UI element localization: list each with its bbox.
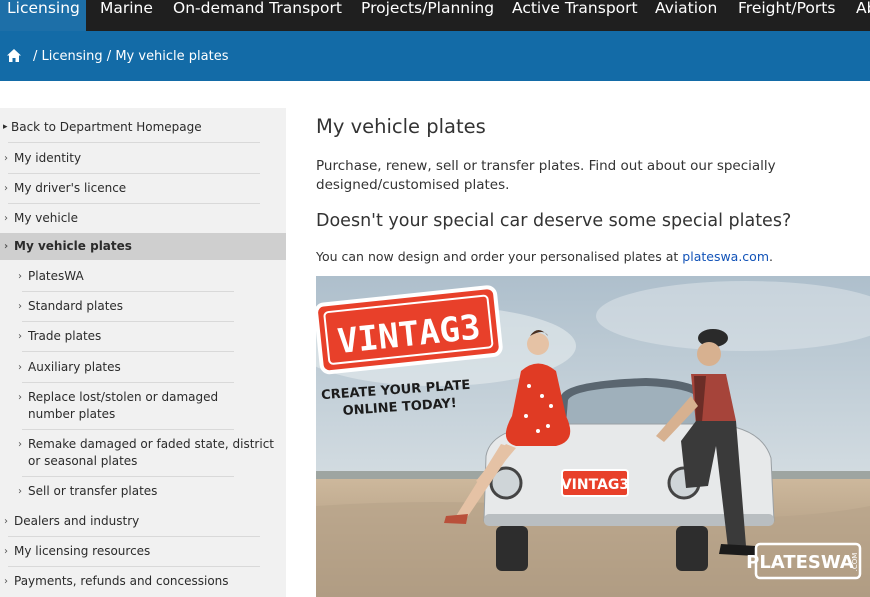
chevron-right-icon: › bbox=[4, 241, 9, 252]
sidebar-item-my-identity[interactable]: › My identity bbox=[4, 150, 82, 167]
divider bbox=[22, 321, 234, 322]
sidebar-item-label: Auxiliary plates bbox=[28, 360, 121, 374]
sidebar-item-label: My vehicle bbox=[14, 211, 79, 225]
chevron-right-icon: › bbox=[18, 392, 22, 403]
plateswa-logo-suffix: .COM bbox=[851, 553, 859, 572]
tab-on-demand-transport[interactable]: On-demand Transport bbox=[173, 0, 342, 31]
sidebar-item-label: Remake damaged or faded state, district … bbox=[28, 437, 274, 468]
chevron-right-icon: › bbox=[4, 213, 8, 224]
sidebar-item-label: My licensing resources bbox=[14, 544, 151, 558]
order-text-body: You can now design and order your person… bbox=[316, 249, 683, 264]
tab-about[interactable]: Ab bbox=[856, 0, 870, 31]
divider bbox=[8, 142, 260, 143]
breadcrumb-licensing[interactable]: Licensing bbox=[42, 49, 103, 64]
section-heading: Doesn't your special car deserve some sp… bbox=[316, 211, 792, 231]
tab-freight-ports[interactable]: Freight/Ports bbox=[738, 0, 835, 31]
tab-aviation[interactable]: Aviation bbox=[655, 0, 717, 31]
chevron-right-icon: › bbox=[18, 439, 22, 450]
sidebar-subitem-trade-plates[interactable]: › Trade plates bbox=[18, 328, 102, 345]
chevron-right-icon: › bbox=[4, 183, 8, 194]
breadcrumb-separator: / bbox=[106, 49, 112, 64]
car-plate-text: VINTAG3 bbox=[561, 477, 629, 493]
tab-licensing[interactable]: Licensing bbox=[0, 0, 86, 31]
divider bbox=[8, 173, 260, 174]
sidebar-subitem-plateswa[interactable]: › PlatesWA bbox=[18, 268, 84, 285]
sidebar-item-licensing-resources[interactable]: › My licensing resources bbox=[4, 543, 151, 560]
divider bbox=[22, 382, 234, 383]
sidebar-item-label: My vehicle plates bbox=[14, 239, 132, 253]
tab-marine[interactable]: Marine bbox=[100, 0, 153, 31]
sidebar-item-label: Dealers and industry bbox=[14, 514, 140, 528]
sidebar-item-payments-refunds[interactable]: › Payments, refunds and concessions bbox=[4, 573, 229, 590]
sidebar-back-link[interactable]: ▸ Back to Department Homepage bbox=[3, 119, 202, 136]
order-text: You can now design and order your person… bbox=[316, 249, 773, 264]
divider bbox=[8, 203, 260, 204]
chevron-right-icon: › bbox=[18, 301, 22, 312]
caret-right-icon: ▸ bbox=[3, 122, 8, 132]
sidebar-subitem-auxiliary-plates[interactable]: › Auxiliary plates bbox=[18, 359, 121, 376]
divider bbox=[8, 536, 260, 537]
sidebar-item-label: Standard plates bbox=[28, 299, 124, 313]
sidebar-subitem-sell-transfer[interactable]: › Sell or transfer plates bbox=[18, 483, 158, 500]
sidebar-subitem-standard-plates[interactable]: › Standard plates bbox=[18, 298, 124, 315]
chevron-right-icon: › bbox=[18, 486, 22, 497]
chevron-right-icon: › bbox=[4, 576, 8, 587]
breadcrumb-bar: / Licensing / My vehicle plates bbox=[0, 31, 870, 81]
chevron-right-icon: › bbox=[18, 271, 22, 282]
sidebar: ▸ Back to Department Homepage › My identi… bbox=[0, 108, 286, 597]
sidebar-item-my-vehicle-plates[interactable]: › My vehicle plates bbox=[4, 238, 132, 255]
tab-projects-planning[interactable]: Projects/Planning bbox=[361, 0, 494, 31]
sidebar-item-my-drivers-licence[interactable]: › My driver's licence bbox=[4, 180, 127, 197]
sidebar-item-dealers-industry[interactable]: › Dealers and industry bbox=[4, 513, 140, 530]
breadcrumb-current: My vehicle plates bbox=[115, 49, 229, 64]
sidebar-back-label: Back to Department Homepage bbox=[11, 120, 202, 134]
sidebar-item-label: My identity bbox=[14, 151, 82, 165]
sidebar-item-label: Payments, refunds and concessions bbox=[14, 574, 229, 588]
divider bbox=[8, 566, 260, 567]
breadcrumb-separator: / bbox=[33, 49, 38, 64]
divider bbox=[22, 291, 234, 292]
divider bbox=[22, 476, 234, 477]
sidebar-item-label: My driver's licence bbox=[14, 181, 127, 195]
sidebar-item-my-vehicle[interactable]: › My vehicle bbox=[4, 210, 79, 227]
chevron-right-icon: › bbox=[4, 516, 8, 527]
chevron-right-icon: › bbox=[18, 331, 22, 342]
sidebar-subitem-remake-plates[interactable]: › Remake damaged or faded state, district… bbox=[18, 436, 280, 470]
plateswa-link[interactable]: plateswa.com bbox=[682, 249, 769, 264]
promo-banner: VINTAG3 VINTAG3 CREATE YOUR PLATE ONLINE… bbox=[316, 276, 870, 597]
intro-text: Purchase, renew, sell or transfer plates… bbox=[316, 158, 776, 193]
top-navigation: Licensing Marine On-demand Transport Pro… bbox=[0, 0, 870, 31]
chevron-right-icon: › bbox=[18, 362, 22, 373]
sidebar-item-label: Trade plates bbox=[28, 329, 102, 343]
home-icon[interactable] bbox=[6, 48, 22, 63]
promo-illustration: VINTAG3 VINTAG3 CREATE YOUR PLATE ONLINE… bbox=[316, 276, 870, 597]
order-text-end: . bbox=[769, 249, 773, 264]
divider bbox=[22, 351, 234, 352]
sidebar-subitem-replace-plates[interactable]: › Replace lost/stolen or damaged number p… bbox=[18, 389, 268, 423]
sidebar-item-label: Sell or transfer plates bbox=[28, 484, 158, 498]
page-title: My vehicle plates bbox=[316, 115, 486, 138]
divider bbox=[22, 429, 234, 430]
sidebar-item-label: Replace lost/stolen or damaged number pl… bbox=[28, 390, 219, 421]
sidebar-item-label: PlatesWA bbox=[28, 269, 84, 283]
breadcrumb: / Licensing / My vehicle plates bbox=[33, 49, 229, 64]
tab-active-transport[interactable]: Active Transport bbox=[512, 0, 638, 31]
plateswa-logo-text: PLATESWA bbox=[746, 552, 854, 573]
chevron-right-icon: › bbox=[4, 546, 8, 557]
chevron-right-icon: › bbox=[4, 153, 8, 164]
